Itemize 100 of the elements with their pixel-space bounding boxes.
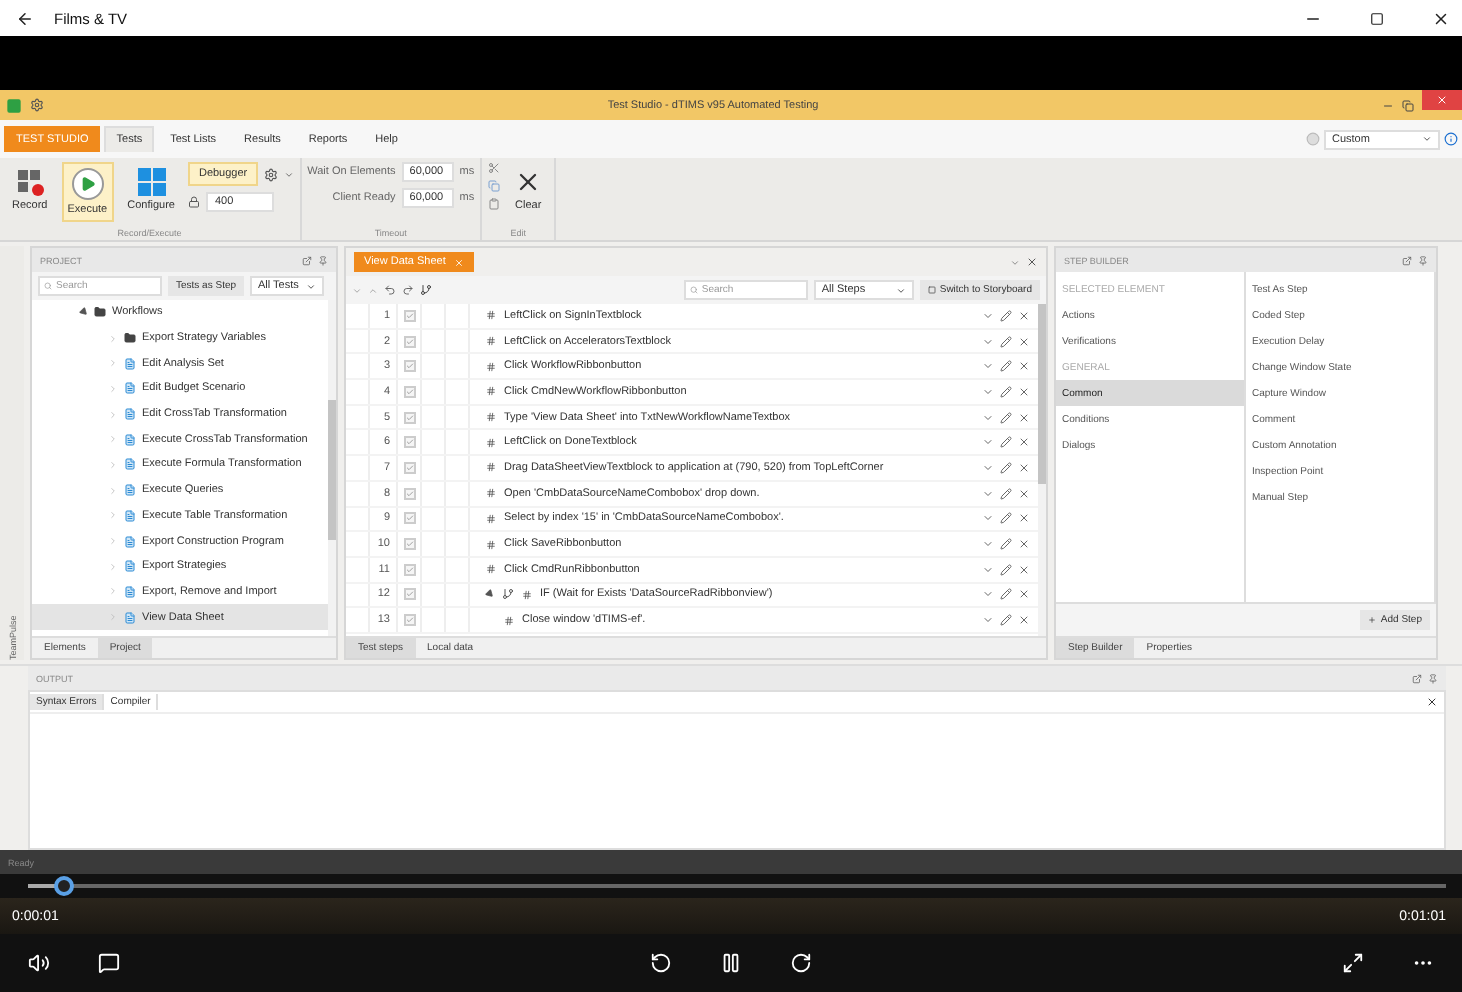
delete-icon[interactable]	[1018, 360, 1030, 373]
step-checkbox[interactable]	[403, 335, 415, 348]
step-checkbox[interactable]	[403, 461, 415, 474]
caret-icon	[306, 281, 317, 291]
caret-icon[interactable]	[283, 169, 294, 179]
caret-icon	[895, 285, 906, 295]
step-checkbox[interactable]	[403, 487, 415, 500]
step-checkbox[interactable]	[403, 309, 415, 322]
windows-logo-icon	[137, 168, 166, 196]
hash-icon	[486, 462, 496, 473]
delete-icon[interactable]	[1018, 487, 1030, 500]
menu-caret-icon[interactable]	[1010, 257, 1020, 267]
expand-icon[interactable]	[108, 358, 118, 369]
close-icon[interactable]	[1426, 696, 1438, 708]
float-icon[interactable]	[1412, 673, 1422, 683]
expand-icon[interactable]	[108, 383, 118, 394]
file-icon	[124, 357, 136, 370]
hash-icon	[486, 564, 496, 575]
edit-icon[interactable]	[1000, 309, 1012, 322]
hash-icon	[504, 615, 514, 626]
branch-icon[interactable]	[420, 284, 432, 296]
settings-icon[interactable]	[263, 167, 278, 181]
expand-icon[interactable]	[108, 586, 118, 597]
step-checkbox[interactable]	[403, 614, 415, 627]
step-checkbox[interactable]	[403, 360, 415, 373]
step-checkbox[interactable]	[403, 512, 415, 525]
float-icon[interactable]	[302, 255, 312, 265]
delete-icon[interactable]	[1018, 563, 1030, 576]
expand-icon[interactable]	[108, 409, 118, 420]
edit-icon[interactable]	[1000, 538, 1012, 551]
collapse-icon[interactable]	[484, 589, 496, 601]
file-icon	[124, 611, 136, 624]
skip-forward-icon[interactable]	[789, 952, 812, 974]
edit-icon[interactable]	[1000, 588, 1012, 601]
redo-icon[interactable]	[402, 284, 414, 296]
step-checkbox[interactable]	[403, 588, 415, 601]
delete-icon[interactable]	[1018, 512, 1030, 525]
move-up-icon[interactable]	[368, 285, 378, 295]
storyboard-icon	[927, 286, 936, 294]
file-icon	[124, 509, 136, 522]
expand-icon[interactable]	[108, 333, 118, 344]
cut-icon[interactable]	[488, 162, 501, 174]
delete-icon[interactable]	[1018, 335, 1030, 348]
expand-icon[interactable]	[108, 485, 118, 496]
search-icon	[689, 286, 698, 294]
step-checkbox[interactable]	[403, 538, 415, 551]
pin-icon[interactable]	[1428, 673, 1438, 683]
pin-icon[interactable]	[318, 255, 328, 265]
paste-icon[interactable]	[488, 198, 501, 210]
fullscreen-icon[interactable]	[1341, 952, 1364, 974]
delete-icon[interactable]	[1018, 461, 1030, 474]
delete-icon[interactable]	[1018, 385, 1030, 398]
delete-icon[interactable]	[1018, 588, 1030, 601]
delete-icon[interactable]	[1018, 436, 1030, 449]
pin-icon[interactable]	[1418, 255, 1428, 265]
file-icon	[124, 484, 136, 497]
close-icon[interactable]	[1026, 256, 1038, 268]
edit-icon[interactable]	[1000, 512, 1012, 525]
collapse-icon[interactable]	[78, 307, 90, 319]
delete-icon[interactable]	[1018, 309, 1030, 322]
copy-icon[interactable]	[488, 180, 501, 192]
expand-icon[interactable]	[108, 510, 118, 521]
hash-icon	[486, 412, 496, 423]
edit-icon[interactable]	[1000, 335, 1012, 348]
expand-icon[interactable]	[108, 561, 118, 572]
undo-icon[interactable]	[384, 284, 396, 296]
skip-back-icon[interactable]	[649, 952, 672, 974]
info-icon[interactable]	[1444, 132, 1458, 146]
hash-icon	[486, 539, 496, 550]
volume-icon[interactable]	[28, 952, 50, 974]
delete-icon[interactable]	[1018, 538, 1030, 551]
edit-icon[interactable]	[1000, 487, 1012, 500]
scrollbar-thumb[interactable]	[1038, 304, 1046, 484]
captions-icon[interactable]	[98, 952, 120, 974]
expand-icon[interactable]	[108, 459, 118, 470]
step-checkbox[interactable]	[403, 411, 415, 424]
expand-icon[interactable]	[108, 434, 118, 445]
hash-icon	[486, 488, 496, 499]
hash-icon	[486, 336, 496, 347]
app-logo-icon	[6, 97, 22, 113]
play-icon	[71, 168, 104, 200]
caret-icon	[1422, 134, 1432, 144]
move-down-icon[interactable]	[352, 285, 362, 295]
edit-icon[interactable]	[1000, 563, 1012, 576]
restore-icon[interactable]	[1402, 99, 1414, 111]
step-checkbox[interactable]	[403, 436, 415, 449]
seek-thumb[interactable]	[53, 876, 74, 896]
expand-icon[interactable]	[108, 536, 118, 547]
step-checkbox[interactable]	[403, 563, 415, 576]
edit-icon[interactable]	[1000, 411, 1012, 424]
back-icon[interactable]	[16, 9, 34, 27]
scrollbar-thumb[interactable]	[328, 400, 336, 540]
delete-icon[interactable]	[1018, 411, 1030, 424]
pause-icon[interactable]	[719, 952, 742, 974]
step-checkbox[interactable]	[403, 385, 415, 398]
edit-icon[interactable]	[1000, 614, 1012, 627]
hash-icon	[486, 361, 496, 372]
folder-icon	[124, 332, 136, 345]
float-icon[interactable]	[1402, 255, 1412, 265]
delete-icon[interactable]	[1018, 614, 1030, 627]
